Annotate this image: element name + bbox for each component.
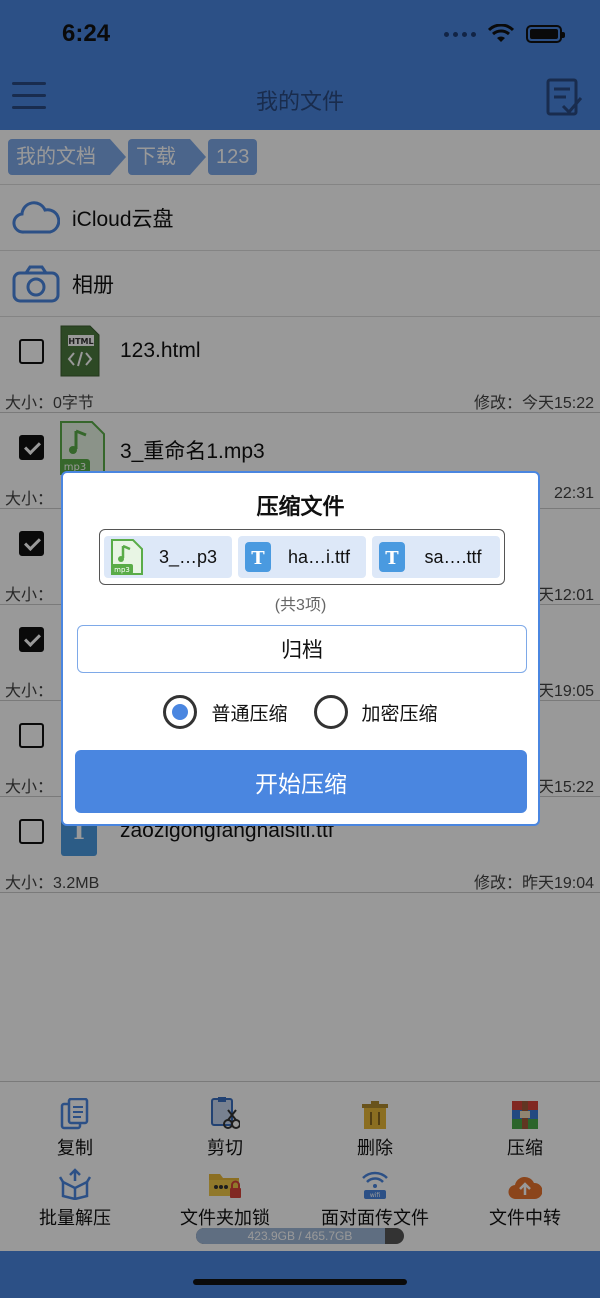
selected-count: (共3项) — [274, 597, 327, 614]
selected-files: mp3 3_…p3 T ha…i.ttf T sa….ttf — [99, 529, 505, 585]
selected-file-chip[interactable]: T ha…i.ttf — [238, 536, 366, 578]
compress-dialog: 压缩文件 mp3 3_…p3 T ha…i.ttf T sa….ttf (共3项… — [61, 471, 540, 826]
svg-text:T: T — [385, 548, 399, 569]
selected-file-name: ha…i.ttf — [287, 546, 351, 567]
dialog-title: 压缩文件 — [256, 494, 345, 519]
radio-encrypted-compress[interactable]: 加密压缩 — [313, 695, 438, 729]
archive-name-input[interactable] — [77, 625, 527, 673]
svg-text:mp3: mp3 — [114, 566, 130, 574]
radio-unselected-icon — [313, 695, 348, 729]
start-compress-button[interactable]: 开始压缩 — [75, 750, 527, 813]
file-manager-screen: 6:24 我的文件 我的文档 下载 123 iCloud云盘 相册 HTML 1… — [0, 0, 600, 1298]
svg-text:T: T — [251, 548, 265, 569]
font-file-icon: T — [245, 542, 271, 572]
compress-mode-options: 普通压缩 加密压缩 — [63, 695, 538, 729]
radio-label: 普通压缩 — [211, 703, 288, 725]
selected-file-chip[interactable]: mp3 3_…p3 — [104, 536, 232, 578]
font-file-icon: T — [379, 542, 405, 572]
selected-file-chip[interactable]: T sa….ttf — [372, 536, 500, 578]
selected-file-name: 3_…p3 — [158, 546, 218, 567]
mp3-file-icon: mp3 — [111, 539, 143, 575]
radio-normal-compress[interactable]: 普通压缩 — [163, 695, 288, 729]
radio-label: 加密压缩 — [361, 703, 438, 725]
radio-selected-icon — [163, 695, 198, 729]
selected-file-name: sa….ttf — [424, 546, 482, 567]
